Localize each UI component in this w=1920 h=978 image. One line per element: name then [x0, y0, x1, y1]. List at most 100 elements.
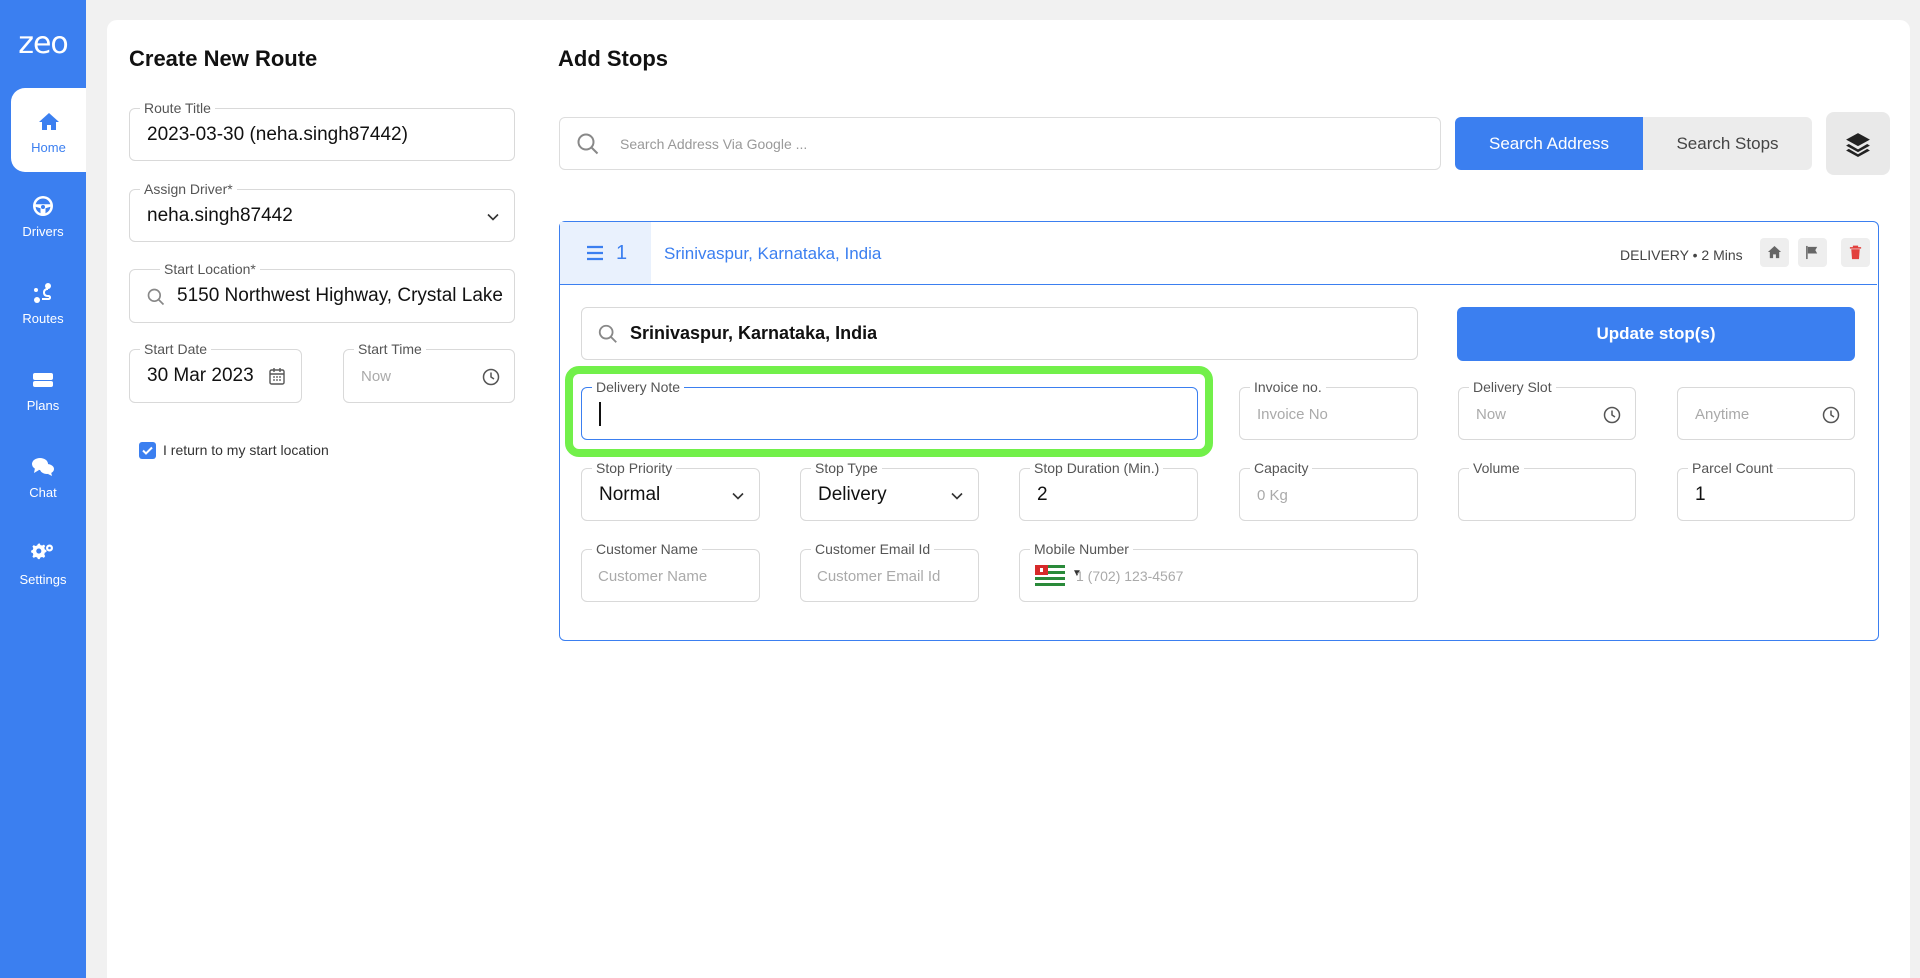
- customer-email-label: Customer Email Id: [811, 541, 935, 557]
- add-stops-title: Add Stops: [558, 46, 668, 71]
- sidebar-item-settings[interactable]: Settings: [0, 520, 86, 604]
- calendar-icon: [269, 367, 285, 385]
- flag-icon: [1806, 245, 1818, 260]
- start-time-placeholder: Now: [361, 368, 392, 385]
- delivery-slot-end-placeholder: Anytime: [1695, 406, 1750, 423]
- delivery-slot-end[interactable]: Anytime: [1677, 387, 1855, 440]
- sidebar-item-plans[interactable]: Plans: [0, 346, 86, 430]
- route-title-field[interactable]: Route Title 2023-03-30 (neha.singh87442): [129, 100, 515, 161]
- home-icon: [1767, 245, 1782, 259]
- search-address-button[interactable]: Search Address: [1455, 117, 1643, 170]
- address-search-placeholder: Search Address Via Google ...: [620, 136, 808, 152]
- parcel-count-input[interactable]: Parcel Count 1: [1677, 460, 1855, 521]
- customer-name-placeholder: Customer Name: [598, 568, 708, 585]
- sidebar-item-drivers[interactable]: Drivers: [0, 172, 86, 256]
- highlight-box: [565, 366, 1213, 457]
- set-end-button[interactable]: [1798, 238, 1827, 267]
- sidebar-item-home[interactable]: Home: [11, 88, 86, 172]
- route-title-label: Route Title: [140, 100, 215, 116]
- sidebar-item-label: Plans: [26, 398, 60, 413]
- clock-icon: [482, 368, 500, 386]
- stop-priority-label: Stop Priority: [592, 460, 677, 476]
- start-location-field[interactable]: Start Location* 5150 Northwest Highway, …: [129, 261, 515, 323]
- address-search-input[interactable]: Search Address Via Google ...: [559, 117, 1441, 170]
- start-date-label: Start Date: [140, 341, 212, 357]
- clock-icon: [1603, 406, 1621, 424]
- search-icon: [576, 132, 600, 156]
- sidebar-item-label: Drivers: [22, 224, 64, 239]
- chevron-down-icon: [486, 210, 500, 224]
- capacity-label: Capacity: [1250, 460, 1313, 476]
- mobile-number-placeholder: 1 (702) 123-4567: [1076, 568, 1184, 584]
- trash-icon: [1849, 245, 1862, 260]
- start-time-label: Start Time: [354, 341, 426, 357]
- create-route-title: Create New Route: [129, 46, 318, 71]
- stop-address-value: Srinivaspur, Karnataka, India: [630, 323, 878, 343]
- home-icon: [36, 110, 62, 134]
- update-stops-button[interactable]: Update stop(s): [1457, 307, 1855, 361]
- layers-button[interactable]: [1826, 112, 1890, 175]
- mobile-number-input[interactable]: Mobile Number ▼ 1 (702) 123-4567: [1019, 541, 1418, 602]
- route-icon: [30, 281, 56, 305]
- search-icon: [146, 287, 166, 307]
- capacity-input[interactable]: Capacity 0 Kg: [1239, 460, 1418, 521]
- sidebar-item-routes[interactable]: Routes: [0, 259, 86, 343]
- volume-label: Volume: [1469, 460, 1524, 476]
- chat-icon: [30, 455, 56, 479]
- stop-type-select[interactable]: Stop Type Delivery: [800, 460, 979, 521]
- stop-header[interactable]: 1 Srinivaspur, Karnataka, India DELIVERY…: [560, 222, 1877, 285]
- invoice-input[interactable]: Invoice no. Invoice No: [1239, 379, 1418, 440]
- mobile-number-label: Mobile Number: [1030, 541, 1133, 557]
- start-location-label: Start Location*: [160, 261, 260, 277]
- stop-priority-select[interactable]: Stop Priority Normal: [581, 460, 760, 521]
- country-flag-icon[interactable]: [1035, 565, 1065, 586]
- start-time-field[interactable]: Start Time Now: [343, 341, 515, 403]
- stop-duration-label: Stop Duration (Min.): [1030, 460, 1164, 476]
- stop-meta: DELIVERY • 2 Mins: [1620, 247, 1743, 263]
- volume-input[interactable]: Volume: [1458, 460, 1636, 521]
- search-icon: [597, 323, 619, 345]
- customer-name-label: Customer Name: [592, 541, 702, 557]
- drag-handle-icon[interactable]: [586, 244, 604, 262]
- stop-number-value: 1: [616, 242, 628, 264]
- stop-type-value: Delivery: [818, 484, 887, 505]
- delete-stop-button[interactable]: [1841, 238, 1870, 267]
- stop-address[interactable]: Srinivaspur, Karnataka, India: [664, 244, 881, 264]
- customer-name-input[interactable]: Customer Name Customer Name: [581, 541, 760, 602]
- stop-number[interactable]: 1: [560, 222, 651, 284]
- stop-duration-value: 2: [1037, 484, 1048, 505]
- sidebar-item-label: Routes: [22, 311, 64, 326]
- return-checkbox-label: I return to my start location: [163, 442, 329, 458]
- gears-icon: [30, 542, 56, 566]
- search-stops-button[interactable]: Search Stops: [1643, 117, 1812, 170]
- stop-address-field[interactable]: Srinivaspur, Karnataka, India: [581, 307, 1418, 360]
- parcel-count-value: 1: [1695, 484, 1706, 505]
- customer-email-input[interactable]: Customer Email Id Customer Email Id: [800, 541, 979, 602]
- stop-type-label: Stop Type: [811, 460, 882, 476]
- sidebar-item-chat[interactable]: Chat: [0, 433, 86, 517]
- delivery-slot-placeholder: Now: [1476, 406, 1507, 423]
- stop-duration-input[interactable]: Stop Duration (Min.) 2: [1019, 460, 1198, 521]
- set-start-button[interactable]: [1760, 238, 1789, 267]
- parcel-count-label: Parcel Count: [1688, 460, 1777, 476]
- customer-email-placeholder: Customer Email Id: [817, 568, 941, 585]
- app-logo: zeo: [18, 26, 69, 61]
- return-checkbox[interactable]: [139, 442, 156, 459]
- steering-wheel-icon: [30, 194, 56, 218]
- delivery-slot-start[interactable]: Delivery Slot Now: [1458, 379, 1636, 440]
- chevron-down-icon: [731, 489, 745, 503]
- chevron-down-icon: [950, 489, 964, 503]
- assign-driver-label: Assign Driver*: [140, 181, 237, 197]
- delivery-slot-label: Delivery Slot: [1469, 379, 1556, 395]
- route-title-value: 2023-03-30 (neha.singh87442): [147, 124, 408, 145]
- invoice-label: Invoice no.: [1250, 379, 1326, 395]
- clock-icon: [1822, 406, 1840, 424]
- invoice-placeholder: Invoice No: [1257, 406, 1328, 423]
- sidebar-item-label: Home: [31, 140, 66, 155]
- start-date-value: 30 Mar 2023: [147, 365, 254, 386]
- start-location-value: 5150 Northwest Highway, Crystal Lake: [177, 285, 503, 306]
- sidebar-item-label: Settings: [19, 572, 67, 587]
- start-date-field[interactable]: Start Date 30 Mar 2023: [129, 341, 302, 403]
- capacity-placeholder: 0 Kg: [1257, 487, 1288, 504]
- assign-driver-select[interactable]: Assign Driver* neha.singh87442: [129, 181, 515, 242]
